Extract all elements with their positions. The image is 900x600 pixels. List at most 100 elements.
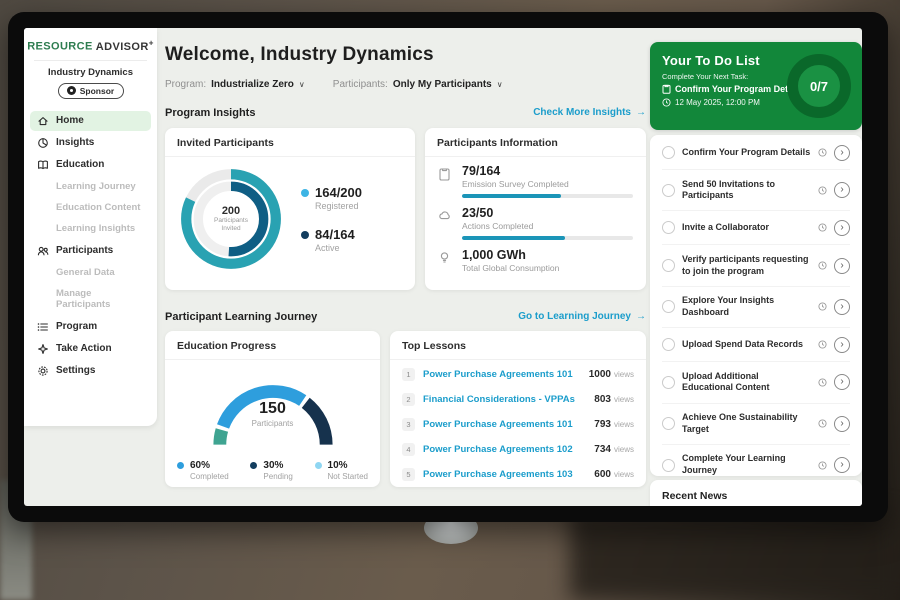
task-row[interactable]: Achieve One Sustainability Target › — [662, 404, 850, 445]
sidebar-item-general-data[interactable]: General Data — [30, 263, 151, 283]
sidebar-item-participants[interactable]: Participants — [30, 241, 151, 261]
sidebar-item-learning-insights[interactable]: Learning Insights — [30, 219, 151, 239]
chevron-right-button[interactable]: › — [834, 299, 850, 315]
sidebar-item-label: Take Action — [56, 343, 112, 354]
clock-icon — [818, 340, 827, 349]
card-title: Participants Information — [425, 128, 646, 157]
sponsor-badge[interactable]: Sponsor — [58, 83, 124, 99]
monitor-bezel: RESOURCE ADVISOR+ Industry Dynamics Spon… — [8, 12, 888, 522]
clock-icon — [818, 378, 827, 387]
list-icon — [37, 321, 49, 333]
task-row[interactable]: Invite a Collaborator › — [662, 211, 850, 245]
legend-dot — [301, 189, 309, 197]
participants-select[interactable]: Participants: Only My Participants ∨ — [333, 79, 503, 90]
task-checkbox[interactable] — [662, 376, 675, 389]
sidebar-item-label: Insights — [56, 137, 94, 148]
actions-icon — [438, 206, 453, 240]
sponsor-label: Sponsor — [80, 86, 114, 96]
gauge-center-label: Participants — [190, 419, 356, 428]
todo-progress-ring: 0/7 — [787, 54, 851, 118]
program-value: Industrialize Zero — [211, 79, 294, 90]
task-row[interactable]: Upload Additional Educational Content › — [662, 362, 850, 403]
book-icon — [37, 159, 49, 171]
sidebar-item-learning-journey[interactable]: Learning Journey — [30, 177, 151, 197]
progress-bar — [462, 236, 633, 240]
chevron-right-button[interactable]: › — [834, 258, 850, 274]
stat-value: 79/164 — [462, 164, 633, 178]
lesson-row: 5 Power Purchase Agreements 103 600views — [402, 462, 634, 487]
task-checkbox[interactable] — [662, 338, 675, 351]
lesson-link[interactable]: Power Purchase Agreements 102 — [423, 444, 594, 455]
divider — [34, 60, 147, 61]
sidebar-item-settings[interactable]: Settings — [30, 361, 151, 381]
task-checkbox[interactable] — [662, 146, 675, 159]
program-insights-heading: Program Insights — [165, 107, 255, 119]
chevron-right-button[interactable]: › — [834, 337, 850, 353]
task-row[interactable]: Upload Spend Data Records › — [662, 328, 850, 362]
legend-value: 30% — [263, 460, 292, 471]
sidebar-item-insights[interactable]: Insights — [30, 133, 151, 153]
sidebar: RESOURCE ADVISOR+ Industry Dynamics Spon… — [24, 28, 157, 426]
lesson-views: 734views — [594, 444, 634, 455]
legend-dot — [301, 231, 309, 239]
chevron-right-button[interactable]: › — [834, 374, 850, 390]
go-to-learning-journey-link[interactable]: Go to Learning Journey → — [518, 311, 646, 322]
lesson-rank: 1 — [402, 368, 415, 381]
task-row[interactable]: Explore Your Insights Dashboard › — [662, 287, 850, 328]
legend-label: Not Started — [328, 472, 368, 481]
task-row[interactable]: Send 50 Invitations to Participants › — [662, 170, 850, 211]
check-more-insights-link[interactable]: Check More Insights → — [533, 107, 646, 118]
legend-dot — [315, 462, 322, 469]
lesson-row: 2 Financial Considerations - VPPAs 803vi… — [402, 387, 634, 412]
task-checkbox[interactable] — [662, 184, 675, 197]
legend-value: 84/164 — [315, 227, 355, 242]
donut-center-value: 200 — [222, 205, 240, 217]
lesson-link[interactable]: Financial Considerations - VPPAs — [423, 394, 594, 405]
clock-icon — [818, 302, 827, 311]
task-checkbox[interactable] — [662, 221, 675, 234]
top-lessons-card: Top Lessons 1 Power Purchase Agreements … — [390, 331, 646, 487]
sidebar-item-home[interactable]: Home — [30, 111, 151, 131]
sidebar-item-take-action[interactable]: Take Action — [30, 339, 151, 359]
legend-label: Registered — [315, 201, 362, 211]
stat-label: Actions Completed — [462, 221, 633, 231]
participants-information-card: Participants Information 79/164 Emission… — [425, 128, 646, 290]
lesson-views: 793views — [594, 419, 634, 430]
lesson-rank: 3 — [402, 418, 415, 431]
sidebar-item-education[interactable]: Education — [30, 155, 151, 175]
chevron-right-button[interactable]: › — [834, 457, 850, 473]
sidebar-item-education-content[interactable]: Education Content — [30, 198, 151, 218]
task-checkbox[interactable] — [662, 259, 675, 272]
task-row[interactable]: Verify participants requesting to join t… — [662, 245, 850, 286]
page-title: Welcome, Industry Dynamics — [165, 44, 434, 66]
sidebar-item-program[interactable]: Program — [30, 317, 151, 337]
chevron-right-button[interactable]: › — [834, 220, 850, 236]
lesson-link[interactable]: Power Purchase Agreements 103 — [423, 469, 594, 480]
program-select[interactable]: Program: Industrialize Zero ∨ — [165, 79, 305, 90]
chevron-right-button[interactable]: › — [834, 416, 850, 432]
clock-icon — [818, 461, 827, 470]
brand-primary: RESOURCE — [27, 41, 93, 53]
progress-fill — [462, 194, 561, 198]
task-checkbox[interactable] — [662, 459, 675, 472]
lesson-link[interactable]: Power Purchase Agreements 101 — [423, 419, 594, 430]
chevron-right-button[interactable]: › — [834, 182, 850, 198]
task-checkbox[interactable] — [662, 417, 675, 430]
task-row[interactable]: Confirm Your Program Details › — [662, 136, 850, 170]
recent-news-title: Recent News — [662, 490, 727, 502]
clock-icon — [818, 261, 827, 270]
legend-registered: 164/200 Registered — [301, 185, 362, 211]
stat-label: Total Global Consumption — [462, 263, 633, 273]
task-row[interactable]: Complete Your Learning Journey › — [662, 445, 850, 476]
task-checkbox[interactable] — [662, 300, 675, 313]
legend-pending: 30% Pending — [250, 460, 292, 481]
action-burst-icon — [37, 343, 49, 355]
legend-value: 60% — [190, 460, 229, 471]
todo-task-list: Confirm Your Program Details › Send 50 I… — [650, 135, 862, 476]
sidebar-item-label: Settings — [56, 365, 95, 376]
chevron-right-button[interactable]: › — [834, 145, 850, 161]
app-logo[interactable]: RESOURCE ADVISOR+ — [24, 38, 157, 53]
sidebar-item-manage-participants[interactable]: Manage Participants — [30, 284, 151, 315]
clipboard-icon — [662, 84, 671, 94]
lesson-link[interactable]: Power Purchase Agreements 101 — [423, 369, 589, 380]
